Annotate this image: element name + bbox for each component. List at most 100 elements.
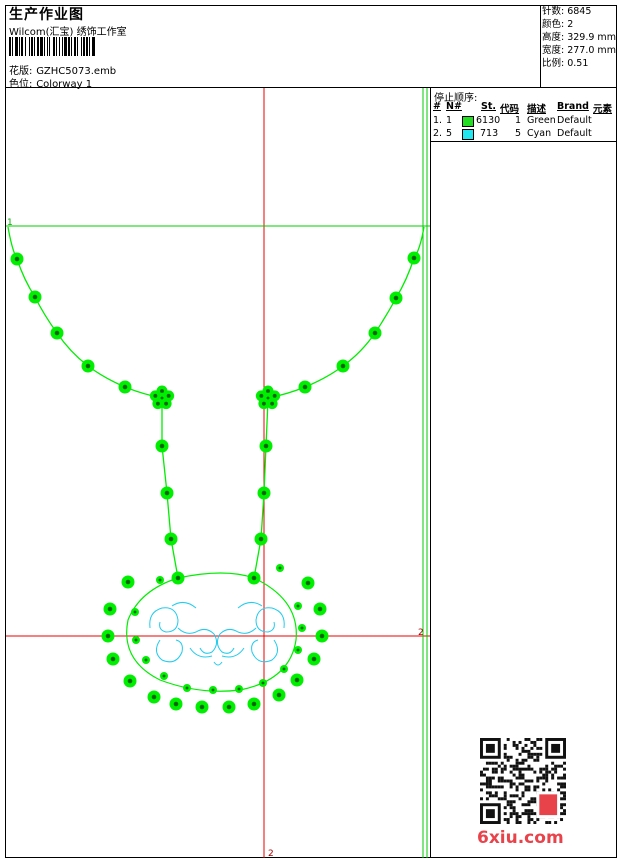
- qr-module: [509, 785, 513, 789]
- qr-module: [551, 773, 555, 777]
- qr-module: [506, 818, 510, 822]
- qr-module: [560, 797, 564, 801]
- qr-module: [536, 758, 540, 762]
- qr-module: [545, 821, 549, 824]
- bead-center: [175, 575, 181, 581]
- bead-center: [153, 393, 158, 398]
- qr-module: [518, 782, 522, 786]
- qr-module: [485, 782, 489, 786]
- qr-module: [500, 761, 504, 765]
- qr-module: [512, 794, 516, 798]
- bead-center: [266, 396, 270, 400]
- qr-module: [480, 773, 483, 777]
- qr-module: [560, 806, 564, 810]
- qr-module: [503, 752, 507, 756]
- bead-center: [411, 255, 417, 261]
- bead-center: [276, 692, 282, 698]
- qr-module: [503, 794, 507, 798]
- cyan-swirl: [171, 602, 197, 609]
- qr-module: [506, 803, 510, 807]
- qr-module: [500, 785, 504, 789]
- qr-module: [533, 740, 537, 744]
- bead-center: [164, 490, 170, 496]
- bead-center: [294, 677, 300, 683]
- end-marker-h: 2: [418, 628, 424, 638]
- qr-module: [560, 782, 564, 786]
- bead-center: [199, 704, 205, 710]
- bead-center: [278, 566, 282, 570]
- qr-module: [557, 764, 561, 768]
- qr-finder-core: [485, 809, 495, 819]
- qr-module: [480, 782, 483, 786]
- qr-module: [512, 782, 516, 786]
- qr-module: [563, 803, 566, 807]
- bead-center: [155, 401, 160, 406]
- qr-module: [488, 785, 492, 789]
- qr-module: [524, 767, 528, 771]
- qr-module: [554, 821, 558, 824]
- qr-module: [524, 749, 528, 753]
- qr-module: [503, 791, 507, 795]
- qr-module: [512, 806, 516, 810]
- bead-center: [85, 363, 91, 369]
- qr-module: [551, 767, 555, 771]
- qr-module: [527, 749, 531, 753]
- qr-module: [542, 788, 546, 792]
- qr-module: [524, 758, 528, 762]
- qr-module: [527, 779, 531, 783]
- qr-module: [524, 788, 528, 792]
- qr-module: [485, 767, 489, 771]
- qr-module: [500, 779, 504, 783]
- cyan-swirl: [213, 661, 223, 666]
- qr-module: [539, 752, 543, 756]
- qr-module: [521, 794, 525, 798]
- bead-center: [311, 656, 317, 662]
- bead-center: [158, 578, 162, 582]
- qr-module: [497, 779, 501, 783]
- qr-module: [497, 776, 501, 780]
- qr-module: [554, 770, 558, 774]
- qr-module: [530, 812, 534, 816]
- qr-module: [521, 749, 525, 753]
- qr-module: [527, 821, 531, 824]
- qr-module: [521, 803, 525, 807]
- bead-center: [122, 384, 128, 390]
- bead-center: [14, 256, 20, 262]
- bead-center: [151, 694, 157, 700]
- qr-module: [542, 782, 546, 786]
- qr-module: [536, 752, 540, 756]
- qr-module: [530, 746, 534, 750]
- qr-module: [509, 764, 513, 768]
- bead-center: [393, 295, 399, 301]
- qr-module: [527, 809, 531, 813]
- design-canvas: 1 2 2: [6, 88, 430, 859]
- qr-module: [530, 779, 534, 783]
- bead-center: [127, 678, 133, 684]
- qr-module: [518, 815, 522, 819]
- bead-center: [263, 443, 269, 449]
- qr-module: [557, 782, 561, 786]
- qr-module: [536, 785, 540, 789]
- bead-center: [251, 701, 257, 707]
- qr-module: [494, 785, 498, 789]
- qr-module: [524, 785, 528, 789]
- qr-module: [491, 767, 495, 771]
- qr-module: [527, 755, 531, 759]
- qr-module: [533, 758, 537, 762]
- qr-module: [548, 770, 552, 774]
- bead-center: [266, 389, 270, 393]
- qr-module: [527, 818, 531, 822]
- qr-module: [509, 806, 513, 810]
- brand-watermark: 6xiu.com: [477, 828, 564, 848]
- qr-module: [527, 800, 531, 804]
- qr-module: [521, 746, 525, 750]
- bead-center: [164, 401, 169, 406]
- qr-module: [524, 803, 528, 807]
- qr-module: [515, 764, 519, 768]
- qr-module: [494, 791, 498, 795]
- bead-center: [173, 701, 179, 707]
- qr-module: [512, 800, 516, 804]
- qr-module: [551, 761, 555, 765]
- qr-finder-core: [551, 743, 561, 753]
- qr-module: [533, 821, 537, 824]
